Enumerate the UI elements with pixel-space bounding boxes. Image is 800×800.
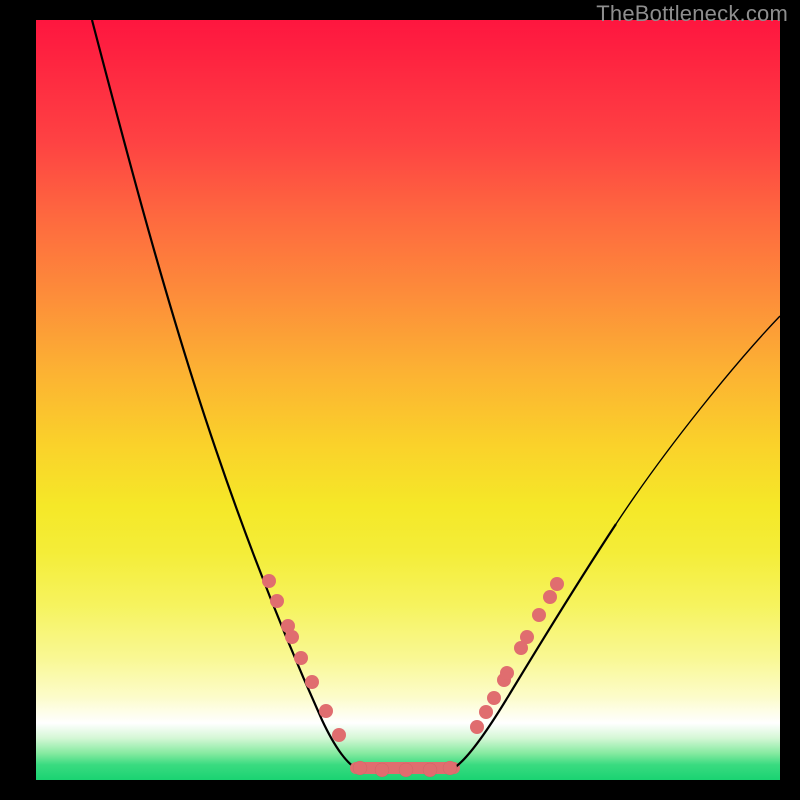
curve-left [92,20,356,768]
dots-left [262,574,346,742]
dots-right [470,577,564,734]
outer-frame: TheBottleneck.com [0,0,800,800]
chart-svg [36,20,780,780]
plot-area [36,20,780,780]
watermark-text: TheBottleneck.com [596,1,788,27]
curve-right-tail [616,316,780,524]
